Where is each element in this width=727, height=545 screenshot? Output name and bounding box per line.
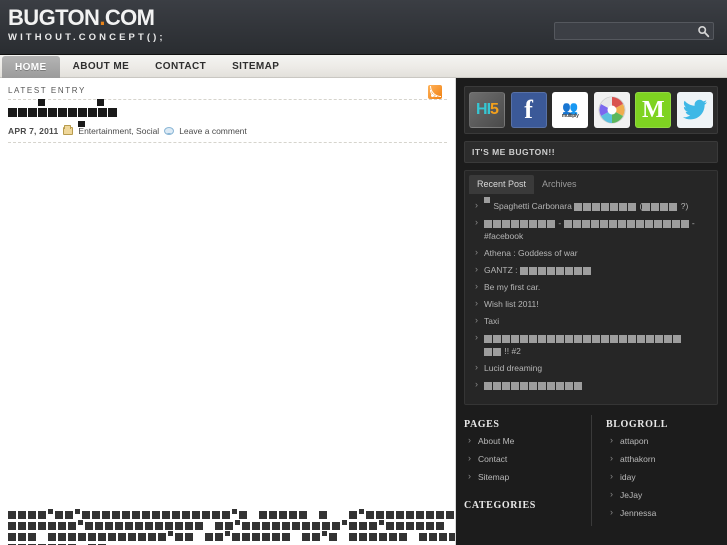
folder-icon bbox=[63, 125, 74, 135]
blogroll-list-item[interactable]: JeJay bbox=[606, 489, 718, 508]
list-item[interactable]: Athena : Goddess of war bbox=[471, 245, 711, 262]
blogroll-list-item[interactable]: iday bbox=[606, 471, 718, 490]
blogroll-list: attaponatthakornidayJeJayJennessa bbox=[606, 435, 718, 526]
nav-item-sitemap[interactable]: SITEMAP bbox=[219, 55, 292, 78]
glyph-line bbox=[8, 509, 455, 519]
post-categories[interactable]: Entertainment, Social bbox=[78, 126, 159, 136]
list-item[interactable]: Spaghetti Carbonara ( ?) bbox=[471, 196, 711, 215]
pages-column: PAGES About MeContactSitemap CATEGORIES bbox=[464, 415, 591, 526]
list-item[interactable]: Lucid dreaming bbox=[471, 360, 711, 377]
pages-list: About MeContactSitemap bbox=[464, 435, 591, 490]
list-item[interactable]: - -#facebook bbox=[471, 215, 711, 245]
post-date: APR 7, 2011 bbox=[8, 126, 59, 136]
picasa-icon[interactable] bbox=[593, 92, 630, 128]
site-header: BUGTON.COM WITHOUT.CONCEPT(); bbox=[0, 0, 727, 55]
search-input[interactable] bbox=[555, 25, 693, 42]
main-content: LATEST ENTRY APR 7, 2011 Entertainment, … bbox=[0, 78, 456, 545]
nav-item-contact[interactable]: CONTACT bbox=[142, 55, 219, 78]
sidebar-columns: PAGES About MeContactSitemap CATEGORIES … bbox=[456, 415, 726, 526]
pages-list-item[interactable]: Sitemap bbox=[464, 471, 591, 490]
logo-main: BUGTON bbox=[8, 5, 100, 30]
blogroll-list-item[interactable]: attapon bbox=[606, 435, 718, 454]
pages-list-item[interactable]: Contact bbox=[464, 453, 591, 472]
glyph-line bbox=[8, 531, 455, 541]
search-box[interactable] bbox=[554, 22, 714, 42]
post-title[interactable] bbox=[8, 98, 447, 127]
nav-item-home[interactable]: HOME bbox=[2, 56, 60, 78]
page-body: LATEST ENTRY APR 7, 2011 Entertainment, … bbox=[0, 78, 727, 545]
list-item[interactable]: Be my first car. bbox=[471, 279, 711, 296]
main-nav: HOME ABOUT ME CONTACT SITEMAP bbox=[0, 55, 727, 78]
categories-heading: CATEGORIES bbox=[464, 500, 536, 511]
page-root: BUGTON.COM WITHOUT.CONCEPT(); HOME ABOUT… bbox=[0, 0, 727, 545]
blogroll-list-item[interactable]: atthakorn bbox=[606, 453, 718, 472]
site-tagline: WITHOUT.CONCEPT(); bbox=[8, 32, 166, 43]
site-logo: BUGTON.COM bbox=[8, 6, 166, 30]
post-body: Fxxking Here bbox=[0, 226, 455, 545]
glyph-line bbox=[8, 520, 455, 530]
multiply-m-icon[interactable]: M bbox=[635, 92, 672, 128]
sidebar-about-heading: IT'S ME BUGTON!! bbox=[464, 141, 718, 163]
nav-list: HOME ABOUT ME CONTACT SITEMAP bbox=[0, 55, 727, 78]
hi5-icon[interactable]: HI 5 bbox=[469, 92, 505, 128]
list-item[interactable]: Wish list 2011! bbox=[471, 296, 711, 313]
tab-archives[interactable]: Archives bbox=[534, 175, 585, 194]
social-icon-bar: HI 5 f 👥 multiply M bbox=[464, 86, 718, 134]
list-item[interactable]: Taxi bbox=[471, 313, 711, 330]
pages-heading: PAGES bbox=[464, 419, 500, 430]
rss-icon[interactable] bbox=[428, 85, 442, 99]
recent-posts-widget: Recent Post Archives Spaghetti Carbonara… bbox=[464, 170, 718, 405]
list-item[interactable] bbox=[471, 377, 711, 394]
post-meta: APR 7, 2011 Entertainment, Social Leave … bbox=[8, 125, 447, 136]
widget-tabs: Recent Post Archives bbox=[465, 171, 717, 194]
sidebar: HI 5 f 👥 multiply M IT'S ME BUGTON!! Rec… bbox=[456, 78, 726, 545]
blogroll-column: BLOGROLL attaponatthakornidayJeJayJennes… bbox=[591, 415, 718, 526]
twitter-icon[interactable] bbox=[676, 92, 713, 128]
divider-meta bbox=[8, 142, 447, 143]
site-brand[interactable]: BUGTON.COM WITHOUT.CONCEPT(); bbox=[8, 6, 166, 44]
search-icon[interactable] bbox=[697, 25, 710, 38]
divider-top bbox=[8, 99, 447, 100]
nav-item-about-me[interactable]: ABOUT ME bbox=[60, 55, 143, 78]
recent-post-list: Spaghetti Carbonara ( ?) - -#facebookAth… bbox=[465, 194, 717, 394]
pages-list-item[interactable]: About Me bbox=[464, 435, 591, 454]
list-item[interactable]: !! #2 bbox=[471, 330, 711, 360]
latest-entry-label: LATEST ENTRY bbox=[8, 86, 86, 95]
list-item[interactable]: GANTZ : bbox=[471, 262, 711, 279]
blogroll-list-item[interactable]: Jennessa bbox=[606, 507, 718, 526]
facebook-icon[interactable]: f bbox=[510, 92, 547, 128]
logo-tld: COM bbox=[104, 5, 155, 30]
blogroll-heading: BLOGROLL bbox=[606, 419, 669, 430]
multiply-icon[interactable]: 👥 multiply bbox=[552, 92, 589, 128]
tab-recent-post[interactable]: Recent Post bbox=[469, 175, 535, 194]
leave-comment-link[interactable]: Leave a comment bbox=[179, 126, 247, 136]
comment-icon bbox=[164, 127, 175, 135]
